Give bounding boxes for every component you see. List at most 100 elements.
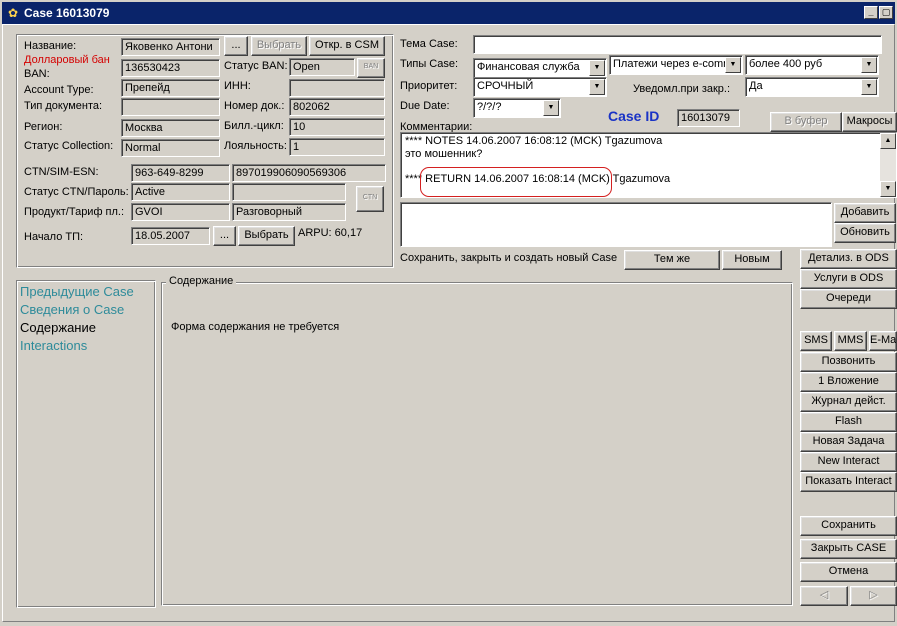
sim-field[interactable]: 897019906090569306 [232, 164, 386, 182]
due-date-value: ?/?/? [477, 101, 502, 113]
nav-previous-cases[interactable]: Предыдущие Case [20, 283, 134, 301]
doc-num-field[interactable]: 802062 [289, 98, 385, 116]
bill-cycle-field[interactable]: 10 [289, 118, 385, 136]
email-button[interactable]: E-Mail [869, 331, 897, 351]
ban-field[interactable]: 136530423 [121, 59, 220, 77]
ban-status-label: Статус BAN: [224, 60, 288, 72]
refresh-comments-button[interactable]: Обновить [834, 223, 896, 243]
macros-button[interactable]: Макросы [842, 112, 897, 132]
close-case-button[interactable]: Закрыть CASE [800, 539, 897, 559]
restore-button[interactable]: ▢ [879, 6, 893, 19]
minimize-button[interactable]: _ [864, 6, 878, 19]
add-comment-button[interactable]: Добавить [834, 203, 896, 223]
comment-line: **** NOTES 14.06.2007 16:08:12 (MCK) Tga… [405, 135, 663, 147]
name-label: Название: [24, 40, 77, 52]
comments-scrollbar[interactable]: ▲ ▼ [880, 133, 896, 197]
show-interact-button[interactable]: Показать Interact [800, 472, 897, 492]
title-bar: ✿ Case 16013079 [2, 2, 895, 24]
notify-label: Уведомл.при закр.: [633, 83, 731, 95]
collection-field[interactable]: Normal [121, 139, 220, 157]
tariff-field[interactable]: Разговорный [232, 203, 346, 221]
name-field[interactable]: Яковенко Антони [121, 38, 220, 56]
new-task-button[interactable]: Новая Задача [800, 432, 897, 452]
product-field[interactable]: GVOI [131, 203, 230, 221]
new-interact-button[interactable]: New Interact [800, 452, 897, 472]
sms-button[interactable]: SMS [800, 331, 832, 351]
nav-interactions[interactable]: Interactions [20, 337, 134, 355]
tp-choose-button[interactable]: Выбрать [238, 226, 295, 246]
detail-ods-button[interactable]: Детализ. в ODS [800, 249, 897, 269]
tp-start-label: Начало ТП: [24, 231, 84, 243]
doc-type-field[interactable] [121, 98, 220, 116]
scroll-up-icon[interactable]: ▲ [880, 133, 896, 149]
content-legend: Содержание [166, 275, 237, 287]
priority-select[interactable]: СРОЧНЫЙ ▼ [473, 77, 607, 97]
case-type1-select[interactable]: Финансовая служба ▼ [473, 58, 607, 78]
ctn-button[interactable]: CTN [356, 186, 384, 212]
notify-select[interactable]: Да ▼ [745, 77, 879, 97]
nav-list: Предыдущие Case Сведения о Case Содержан… [20, 283, 134, 355]
notify-value: Да [749, 80, 763, 92]
window-title: Case 16013079 [24, 6, 110, 20]
region-field[interactable]: Москва [121, 119, 220, 137]
copy-clipboard-button[interactable]: В буфер [770, 112, 842, 132]
case-type3-select[interactable]: более 400 руб ▼ [745, 55, 879, 75]
ctn-field[interactable]: 963-649-8299 [131, 164, 230, 182]
prev-arrow-icon[interactable]: ◁ [800, 586, 848, 606]
due-date-label: Due Date: [400, 100, 450, 112]
nav-content[interactable]: Содержание [20, 319, 134, 337]
queues-button[interactable]: Очереди [800, 289, 897, 309]
call-button[interactable]: Позвонить [800, 352, 897, 372]
tp-start-field[interactable]: 18.05.2007 [131, 227, 210, 245]
new-comment-input[interactable] [400, 202, 832, 247]
ban-button[interactable]: BAN [357, 58, 385, 78]
chevron-down-icon[interactable]: ▼ [589, 60, 605, 76]
priority-value: СРОЧНЫЙ [477, 80, 534, 92]
inn-field[interactable] [289, 79, 385, 97]
chevron-down-icon[interactable]: ▼ [543, 100, 559, 116]
attachment-button[interactable]: 1 Вложение [800, 372, 897, 392]
chevron-down-icon[interactable]: ▼ [589, 79, 605, 95]
comment-line: это мошенник? [405, 148, 483, 160]
loyalty-field[interactable]: 1 [289, 138, 385, 156]
mms-button[interactable]: MMS [834, 331, 867, 351]
open-csm-button[interactable]: Откр. в CSM [309, 36, 385, 56]
arpu-label: ARPU: 60,17 [298, 227, 363, 239]
action-log-button[interactable]: Журнал дейст. [800, 392, 897, 412]
scroll-down-icon[interactable]: ▼ [880, 181, 896, 197]
tp-select-button[interactable]: ... [213, 226, 236, 246]
flash-button[interactable]: Flash [800, 412, 897, 432]
due-date-picker[interactable]: ?/?/? ▼ [473, 98, 561, 118]
cancel-button[interactable]: Отмена [800, 562, 897, 582]
name-select-button[interactable]: ... [224, 36, 248, 56]
chevron-down-icon[interactable]: ▼ [861, 57, 877, 73]
chevron-down-icon[interactable]: ▼ [861, 79, 877, 95]
highlight-circle [420, 167, 612, 197]
next-arrow-icon[interactable]: ▷ [850, 586, 897, 606]
choose-customer-button[interactable]: Выбрать [251, 36, 307, 56]
ban-status-field[interactable]: Open [289, 58, 355, 76]
case-id-label: Case ID [608, 108, 660, 124]
dollar-ban-label: Долларовый бан [24, 54, 110, 66]
new-button[interactable]: Новым [722, 250, 782, 270]
case-id-field[interactable]: 16013079 [677, 109, 740, 127]
region-label: Регион: [24, 121, 63, 133]
doc-num-label: Номер док.: [224, 100, 285, 112]
services-ods-button[interactable]: Услуги в ODS [800, 269, 897, 289]
case-type3-value: более 400 руб [749, 58, 823, 70]
account-type-field[interactable]: Препейд [121, 79, 220, 97]
ctn-status-field[interactable]: Active [131, 183, 230, 201]
product-label: Продукт/Тариф пл.: [24, 206, 125, 218]
case-types-label: Типы Case: [400, 58, 459, 70]
nav-case-details[interactable]: Сведения о Case [20, 301, 134, 319]
priority-label: Приоритет: [400, 80, 458, 92]
case-type2-select[interactable]: Платежи через e-comm ▼ [609, 55, 743, 75]
ctn-password-field[interactable] [232, 183, 346, 201]
doc-type-label: Тип документа: [24, 100, 103, 112]
save-button[interactable]: Сохранить [800, 516, 897, 536]
chevron-down-icon[interactable]: ▼ [725, 57, 741, 73]
collection-label: Статус Collection: [24, 140, 114, 152]
same-button[interactable]: Тем же [624, 250, 720, 270]
inn-label: ИНН: [224, 80, 251, 92]
topic-input[interactable] [473, 35, 882, 54]
